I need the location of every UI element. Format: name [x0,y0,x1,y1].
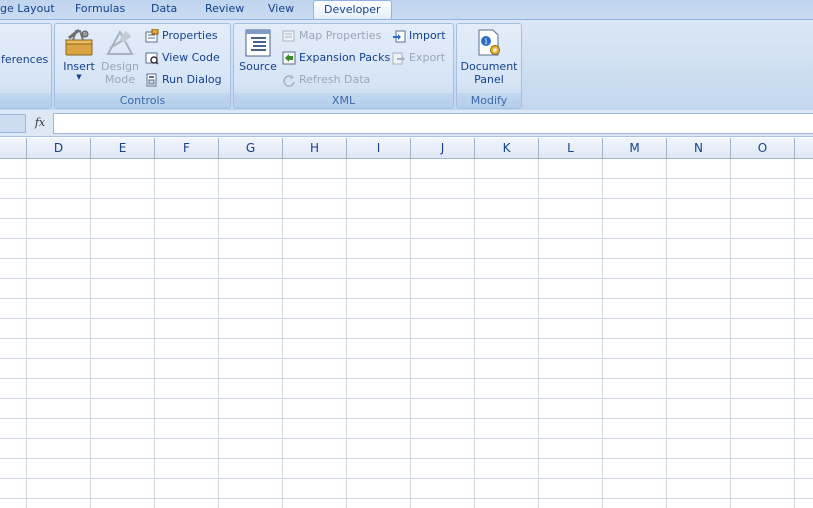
column-header-p-partial[interactable] [795,138,813,158]
refresh-data-button[interactable]: Refresh Data [282,71,370,89]
column-header-row: D E F G H I J K L M N O [0,138,813,159]
code-group: ferences [0,23,52,109]
code-group-label [0,93,51,108]
tab-review[interactable]: Review [205,0,244,19]
column-header[interactable]: M [603,138,667,158]
properties-button[interactable]: Properties [145,27,218,45]
properties-label: Properties [162,29,218,42]
document-panel-icon: i [478,29,500,56]
insert-function-button[interactable]: fx [30,114,50,132]
column-header[interactable]: O [731,138,795,158]
expansion-packs-button[interactable]: Expansion Packs [282,49,390,67]
insert-label: Insert [63,60,95,73]
view-code-icon [145,52,159,65]
xml-group: Source Map Properties Expansion Packs Re… [233,23,454,109]
run-dialog-label: Run Dialog [162,73,222,86]
document-panel-label-1: Document [460,60,518,73]
column-header[interactable]: I [347,138,411,158]
map-properties-button[interactable]: Map Properties [282,27,381,45]
modify-group: i Document Panel Modify [456,23,522,109]
formula-input[interactable] [53,113,813,134]
name-box[interactable] [0,114,26,133]
column-header[interactable]: D [27,138,91,158]
export-button[interactable]: Export [392,49,445,67]
design-mode-icon [106,29,134,55]
export-icon [392,52,405,65]
document-panel-label-2: Panel [474,73,504,86]
source-button[interactable]: Source [238,28,278,73]
expansion-packs-icon [282,51,296,65]
tab-page-layout[interactable]: ge Layout [0,0,55,19]
design-mode-label-2: Mode [105,73,135,86]
run-dialog-button[interactable]: Run Dialog [145,71,222,89]
toolbox-icon [65,28,93,56]
column-header[interactable]: L [539,138,603,158]
source-label: Source [239,60,277,73]
tab-formulas[interactable]: Formulas [75,0,125,19]
run-dialog-icon [146,73,157,87]
controls-group-label: Controls [55,93,230,108]
import-button[interactable]: Import [392,27,446,45]
export-label: Export [409,51,446,64]
tab-view[interactable]: View [268,0,294,19]
column-header[interactable]: E [91,138,155,158]
use-relative-references-button[interactable]: ferences [1,51,48,69]
ribbon: ferences Insert ▼ Design Mode Properties… [0,19,813,111]
view-code-label: View Code [162,51,220,64]
formula-bar: fx [0,110,813,137]
design-mode-button[interactable]: Design Mode [99,28,141,86]
source-pane-icon [245,29,271,57]
import-icon [393,30,406,43]
column-header-c-partial[interactable] [0,138,27,158]
import-label: Import [409,29,446,42]
map-properties-label: Map Properties [299,29,382,42]
modify-group-label: Modify [457,93,521,108]
worksheet-grid[interactable] [0,159,813,508]
controls-group: Insert ▼ Design Mode Properties View Cod… [54,23,231,109]
column-header[interactable]: K [475,138,539,158]
design-mode-label-1: Design [101,60,139,73]
tab-data[interactable]: Data [151,0,177,19]
ribbon-tab-strip: ge Layout Formulas Data Review View Deve… [0,0,813,19]
column-header[interactable]: N [667,138,731,158]
xml-group-label: XML [234,93,453,108]
document-panel-button[interactable]: i Document Panel [459,28,519,86]
column-header[interactable]: H [283,138,347,158]
refresh-icon [283,75,295,87]
column-header[interactable]: G [219,138,283,158]
insert-button[interactable]: Insert ▼ [59,28,99,81]
refresh-data-label: Refresh Data [299,73,371,86]
column-header[interactable]: J [411,138,475,158]
map-properties-icon [282,30,295,42]
column-header[interactable]: F [155,138,219,158]
svg-text:i: i [485,37,488,46]
properties-icon [145,29,159,43]
view-code-button[interactable]: View Code [145,49,220,67]
expansion-packs-label: Expansion Packs [299,51,391,64]
use-relative-references-label: ferences [1,53,49,66]
tab-developer[interactable]: Developer [313,0,392,19]
chevron-down-icon: ▼ [76,73,82,81]
